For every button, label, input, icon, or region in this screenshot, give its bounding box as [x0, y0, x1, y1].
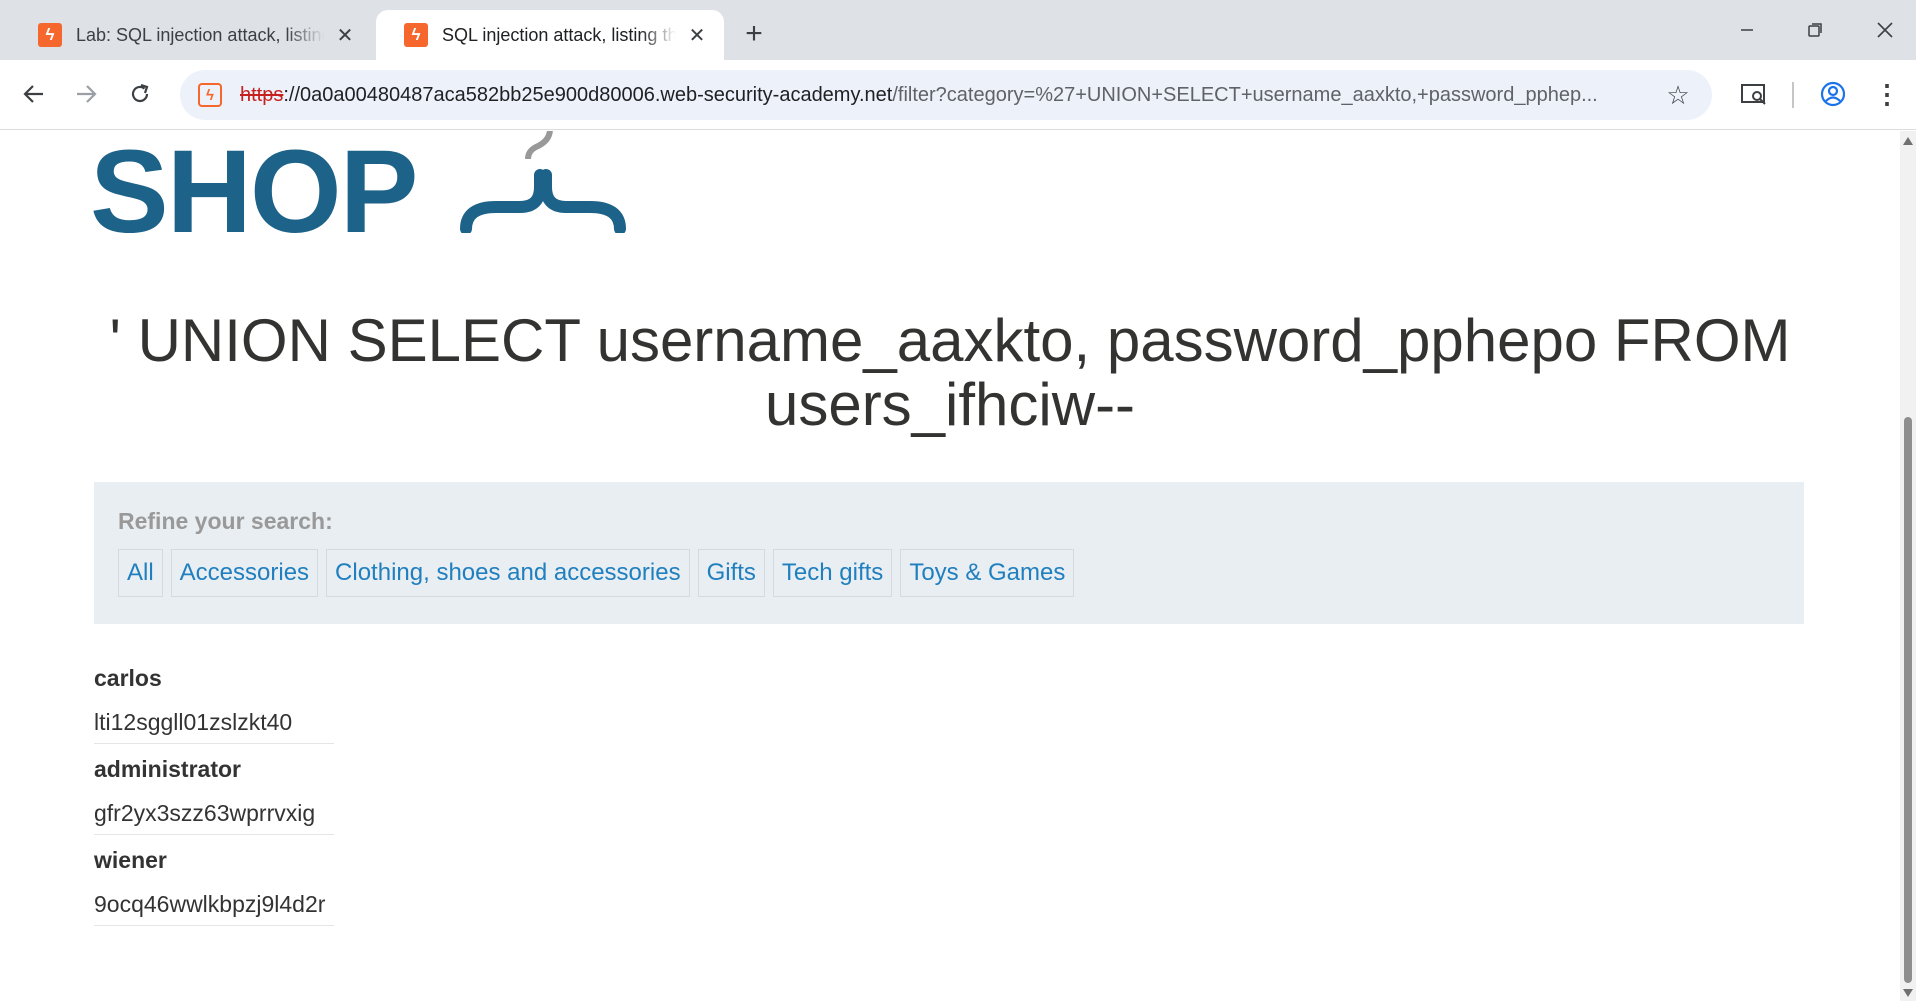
- address-bar[interactable]: ϟ https://0a0a00480487aca582bb25e900d800…: [180, 70, 1712, 120]
- reload-icon: [131, 83, 149, 103]
- minimize-button[interactable]: [1724, 10, 1770, 50]
- scroll-up-arrow-icon[interactable]: [1903, 137, 1913, 145]
- site-info-icon[interactable]: ϟ: [194, 79, 226, 111]
- filter-links: All Accessories Clothing, shoes and acce…: [118, 549, 1780, 597]
- results-table: carlos lti12sggll01zslzkt40 administrato…: [94, 665, 334, 938]
- reload-button[interactable]: [120, 74, 160, 114]
- tab-title: Lab: SQL injection attack, listing: [76, 24, 324, 45]
- tab-title: SQL injection attack, listing the: [442, 24, 676, 45]
- lens-icon[interactable]: [1734, 74, 1774, 114]
- restore-icon: [1808, 23, 1822, 37]
- table-row: carlos lti12sggll01zslzkt40: [94, 665, 334, 744]
- back-button[interactable]: [14, 74, 54, 114]
- filter-link-clothing[interactable]: Clothing, shoes and accessories: [326, 549, 690, 597]
- page-viewport: SHOP ' UNION SELECT username_aaxkto, pas…: [0, 131, 1900, 1001]
- username-cell: administrator: [94, 756, 241, 782]
- toolbar-divider: [1792, 82, 1794, 108]
- window-close-button[interactable]: [1862, 10, 1908, 50]
- url-path: /filter?category=%27+UNION+SELECT+userna…: [892, 83, 1598, 106]
- filter-link-all[interactable]: All: [118, 549, 163, 597]
- url-scheme: https: [240, 83, 284, 106]
- tab-active[interactable]: ϟ SQL injection attack, listing the ✕: [376, 10, 724, 60]
- close-icon[interactable]: ✕: [332, 22, 358, 48]
- window-close-icon: [1877, 22, 1893, 38]
- kebab-menu-icon[interactable]: ⋮: [1867, 74, 1907, 114]
- username-cell: wiener: [94, 847, 167, 873]
- back-arrow-icon: [23, 85, 43, 103]
- minimize-icon: [1741, 29, 1753, 31]
- scroll-down-arrow-icon[interactable]: [1903, 989, 1913, 997]
- filter-label: Refine your search:: [118, 508, 333, 534]
- forward-button[interactable]: [66, 74, 106, 114]
- password-cell: lti12sggll01zslzkt40: [94, 709, 293, 735]
- profile-icon[interactable]: [1813, 74, 1853, 114]
- table-row: wiener 9ocq46wwlkbpzj9l4d2r: [94, 847, 334, 926]
- new-tab-button[interactable]: +: [736, 16, 772, 52]
- restore-button[interactable]: [1792, 10, 1838, 50]
- url-text[interactable]: https://0a0a00480487aca582bb25e900d80006…: [240, 84, 1648, 107]
- filter-panel: Refine your search: All Accessories Clot…: [94, 482, 1804, 624]
- username-cell: carlos: [94, 665, 162, 691]
- scroll-thumb[interactable]: [1904, 417, 1912, 983]
- filter-link-gifts[interactable]: Gifts: [697, 549, 765, 597]
- portswigger-favicon-icon: ϟ: [404, 23, 428, 47]
- page-title: ' UNION SELECT username_aaxkto, password…: [109, 307, 1791, 438]
- hanger-icon: [460, 131, 626, 233]
- password-cell: gfr2yx3szz63wprrvxig: [94, 800, 316, 826]
- shop-logo[interactable]: SHOP: [90, 131, 418, 258]
- filter-link-toys-games[interactable]: Toys & Games: [900, 549, 1075, 597]
- tab-strip: ϟ Lab: SQL injection attack, listing ✕ ϟ…: [0, 0, 1916, 60]
- plus-icon: +: [745, 17, 763, 50]
- filter-link-accessories[interactable]: Accessories: [170, 549, 319, 597]
- password-cell: 9ocq46wwlkbpzj9l4d2r: [94, 891, 326, 917]
- vertical-scrollbar[interactable]: [1900, 131, 1916, 1001]
- url-host: ://0a0a00480487aca582bb25e900d80006.web-…: [283, 83, 893, 106]
- table-row: administrator gfr2yx3szz63wprrvxig: [94, 756, 334, 835]
- forward-arrow-icon: [77, 85, 97, 103]
- browser-toolbar: ϟ https://0a0a00480487aca582bb25e900d800…: [0, 60, 1916, 130]
- filter-link-tech-gifts[interactable]: Tech gifts: [772, 549, 893, 597]
- bookmark-star-icon[interactable]: ☆: [1660, 77, 1696, 113]
- logo-text: SHOP: [90, 131, 418, 258]
- close-icon[interactable]: ✕: [684, 22, 710, 48]
- tab-lab[interactable]: ϟ Lab: SQL injection attack, listing ✕: [10, 10, 372, 60]
- portswigger-favicon-icon: ϟ: [38, 23, 62, 47]
